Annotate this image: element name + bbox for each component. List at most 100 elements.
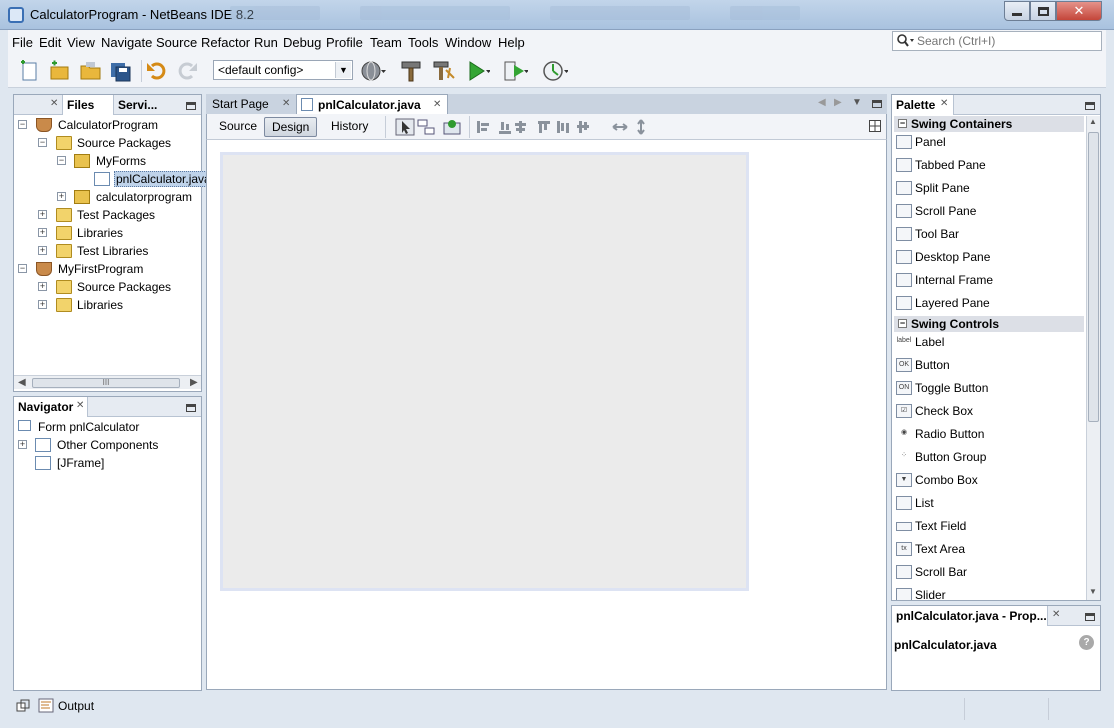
collapse-icon[interactable]: − [898, 319, 907, 328]
connection-mode-icon[interactable] [417, 118, 435, 136]
palette-item-panel[interactable]: Panel [894, 132, 1084, 154]
search-icon[interactable] [895, 33, 915, 49]
close-icon[interactable]: ✕ [76, 400, 84, 411]
scroll-up-icon[interactable]: ▲ [1089, 117, 1097, 126]
expand-icon[interactable]: + [38, 282, 47, 291]
tree-node-test-packages[interactable]: + Test Packages [16, 206, 196, 224]
open-project-icon[interactable] [78, 58, 104, 84]
show-opened-documents-icon[interactable]: ▼ [852, 97, 862, 108]
palette-item-list[interactable]: List [894, 493, 1084, 515]
output-tab[interactable]: Output [58, 699, 94, 713]
palette-category-swing-containers[interactable]: − Swing Containers [894, 116, 1084, 132]
history-view-button[interactable]: History [324, 117, 375, 137]
palette-item-tool-bar[interactable]: Tool Bar [894, 224, 1084, 246]
menu-debug[interactable]: Debug [283, 35, 321, 50]
expand-icon[interactable]: + [38, 210, 47, 219]
minimize-panel-icon[interactable] [1085, 102, 1095, 110]
palette-scrollbar[interactable]: ▲ ▼ [1086, 116, 1100, 600]
minimize-button[interactable] [1004, 1, 1030, 21]
scroll-thumb[interactable]: III [32, 378, 180, 388]
palette-item-split-pane[interactable]: Split Pane [894, 178, 1084, 200]
palette-item-text-area[interactable]: tx Text Area [894, 539, 1084, 561]
menu-file[interactable]: File [12, 35, 33, 50]
menu-profile[interactable]: Profile [326, 35, 363, 50]
navigator-item-other-components[interactable]: + Other Components [16, 436, 196, 454]
palette-item-combo-box[interactable]: ▼ Combo Box [894, 470, 1084, 492]
palette-item-desktop-pane[interactable]: Desktop Pane [894, 247, 1084, 269]
grid-toggle-icon[interactable] [869, 120, 881, 132]
close-icon[interactable]: ✕ [50, 98, 58, 109]
expand-icon[interactable]: + [38, 246, 47, 255]
build-icon[interactable] [398, 58, 424, 84]
menu-refactor[interactable]: Refactor [201, 35, 250, 50]
palette-item-internal-frame[interactable]: Internal Frame [894, 270, 1084, 292]
menu-view[interactable]: View [67, 35, 95, 50]
palette-item-button-group[interactable]: ⁘ Button Group [894, 447, 1084, 469]
collapse-icon[interactable]: − [38, 138, 47, 147]
menu-help[interactable]: Help [498, 35, 525, 50]
new-project-icon[interactable] [46, 58, 72, 84]
preview-design-icon[interactable] [443, 118, 461, 136]
minimize-editor-icon[interactable] [872, 100, 882, 108]
tree-node-myforms[interactable]: − MyForms [16, 152, 196, 170]
new-file-icon[interactable] [16, 58, 42, 84]
collapse-icon[interactable]: − [18, 264, 27, 273]
align-tools-icons[interactable] [475, 118, 605, 136]
horizontal-scrollbar[interactable]: ◀ III ▶ [14, 375, 201, 389]
palette-category-swing-controls[interactable]: − Swing Controls [894, 316, 1084, 332]
tree-node-calculatorprogram[interactable]: − CalculatorProgram [16, 116, 196, 134]
clean-build-icon[interactable] [430, 58, 456, 84]
palette-item-toggle-button[interactable]: ON Toggle Button [894, 378, 1084, 400]
navigator-item-jframe[interactable]: [JFrame] [16, 454, 196, 472]
minimize-panel-icon[interactable] [186, 404, 196, 412]
menu-source[interactable]: Source [156, 35, 197, 50]
tree-node-calculatorprogram-package[interactable]: + calculatorprogram [16, 188, 196, 206]
palette-item-scroll-bar[interactable]: Scroll Bar [894, 562, 1084, 584]
collapse-icon[interactable]: − [57, 156, 66, 165]
quick-search[interactable] [892, 31, 1102, 51]
minimize-panel-icon[interactable] [1085, 613, 1095, 621]
tree-node-source-packages[interactable]: − Source Packages [16, 134, 196, 152]
restore-windows-icon[interactable] [16, 699, 30, 713]
maximize-button[interactable] [1030, 1, 1056, 21]
palette-item-button[interactable]: OK Button [894, 355, 1084, 377]
palette-item-tabbed-pane[interactable]: Tabbed Pane [894, 155, 1084, 177]
help-icon[interactable]: ? [1079, 635, 1094, 650]
save-all-icon[interactable] [108, 58, 134, 84]
collapse-icon[interactable]: − [18, 120, 27, 129]
tree-node-test-libraries[interactable]: + Test Libraries [16, 242, 196, 260]
selection-mode-icon[interactable] [395, 118, 415, 136]
run-icon[interactable] [464, 58, 490, 84]
close-window-button[interactable]: ✕ [1056, 1, 1102, 21]
scroll-tabs-right-icon[interactable]: ▶ [834, 97, 842, 108]
chevron-down-icon[interactable]: ▼ [335, 62, 351, 78]
tree-node-pnlcalculator-java[interactable]: pnlCalculator.java [16, 170, 213, 188]
scroll-thumb[interactable] [1088, 132, 1099, 422]
expand-icon[interactable]: + [38, 300, 47, 309]
debug-icon[interactable] [502, 58, 528, 84]
source-view-button[interactable]: Source [212, 117, 264, 137]
tree-node-myfirstprogram[interactable]: − MyFirstProgram [16, 260, 196, 278]
undo-icon[interactable] [144, 58, 170, 84]
menu-team[interactable]: Team [370, 35, 402, 50]
palette-item-scroll-pane[interactable]: Scroll Pane [894, 201, 1084, 223]
collapse-icon[interactable]: − [898, 119, 907, 128]
close-icon[interactable]: ✕ [1052, 609, 1060, 620]
tree-node-libraries-2[interactable]: + Libraries [16, 296, 196, 314]
resize-tools-icons[interactable] [611, 118, 651, 136]
tab-files[interactable]: Files [62, 95, 114, 115]
minimize-panel-icon[interactable] [186, 102, 196, 110]
redo-icon[interactable] [174, 58, 200, 84]
palette-item-layered-pane[interactable]: Layered Pane [894, 293, 1084, 315]
expand-icon[interactable]: + [38, 228, 47, 237]
scroll-right-icon[interactable]: ▶ [190, 377, 198, 388]
expand-icon[interactable]: + [57, 192, 66, 201]
design-view-button[interactable]: Design [264, 117, 318, 137]
tab-properties[interactable]: pnlCalculator.java - Prop... [892, 606, 1048, 626]
close-icon[interactable]: ✕ [282, 98, 290, 109]
scroll-left-icon[interactable]: ◀ [18, 377, 26, 388]
close-icon[interactable]: ✕ [940, 98, 948, 109]
close-icon[interactable]: ✕ [433, 99, 441, 110]
menu-edit[interactable]: Edit [39, 35, 61, 50]
tab-start-page[interactable]: Start Page ✕ [206, 94, 296, 114]
